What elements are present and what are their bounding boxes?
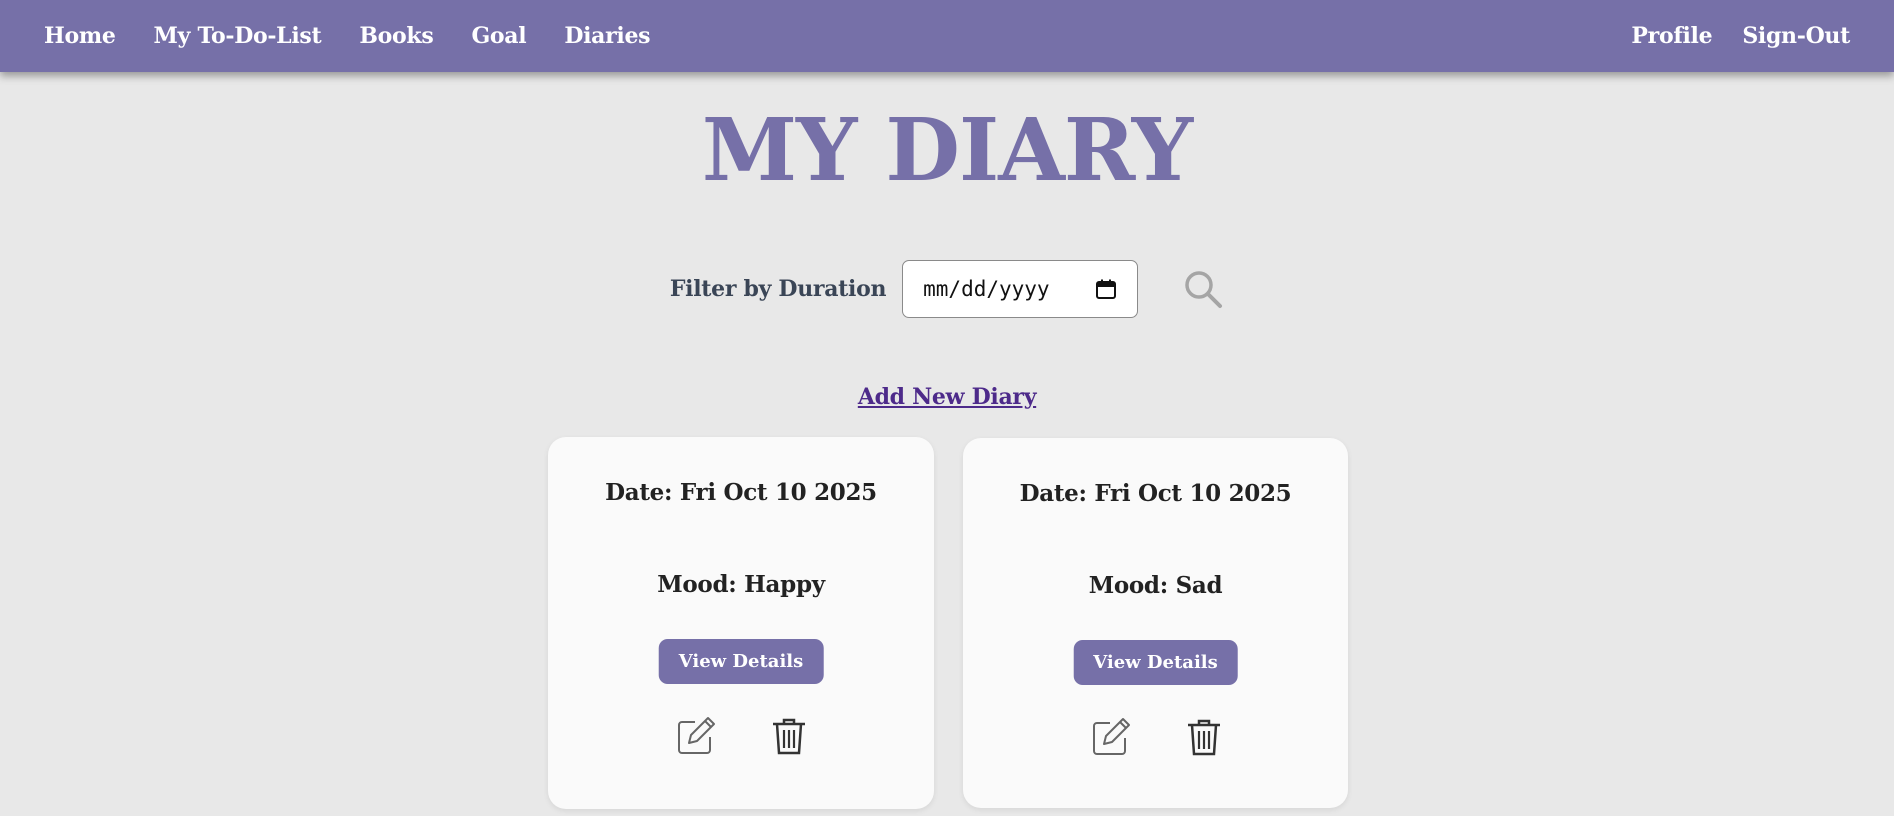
view-details-button[interactable]: View Details (1073, 640, 1238, 685)
add-new-diary-link[interactable]: Add New Diary (858, 384, 1037, 410)
trash-icon[interactable] (1186, 717, 1222, 757)
diary-card: Date: Fri Oct 10 2025 Mood: Happy View D… (548, 437, 934, 809)
nav-right-group: Profile Sign-Out (1601, 23, 1850, 49)
date-filter-input[interactable]: mm/dd/yyyy (902, 259, 1139, 318)
nav-diaries-link[interactable]: Diaries (564, 23, 650, 49)
date-placeholder: mm/dd/yyyy (923, 276, 1050, 301)
card-actions (963, 716, 1348, 758)
page-title: MY DIARY (701, 100, 1193, 201)
nav-todo-link[interactable]: My To-Do-List (154, 23, 322, 49)
nav-goal-link[interactable]: Goal (471, 23, 526, 49)
nav-left-group: Home My To-Do-List Books Goal Diaries (44, 23, 688, 49)
search-icon[interactable] (1182, 268, 1224, 310)
card-actions (548, 715, 934, 757)
nav-signout-link[interactable]: Sign-Out (1742, 23, 1850, 49)
view-details-button[interactable]: View Details (658, 639, 824, 684)
diary-mood: Mood: Happy (657, 571, 825, 598)
add-diary-container: Add New Diary (0, 384, 1894, 410)
top-navbar: Home My To-Do-List Books Goal Diaries Pr… (0, 0, 1894, 72)
edit-icon[interactable] (675, 715, 717, 757)
diary-mood: Mood: Sad (1088, 572, 1223, 599)
edit-icon[interactable] (1090, 716, 1132, 758)
trash-icon[interactable] (771, 716, 807, 756)
filter-bar: Filter by Duration mm/dd/yyyy (0, 259, 1894, 318)
nav-home-link[interactable]: Home (44, 23, 116, 49)
filter-label: Filter by Duration (669, 275, 887, 302)
diary-date: Date: Fri Oct 10 2025 (605, 479, 877, 506)
calendar-icon[interactable] (1095, 278, 1117, 300)
nav-profile-link[interactable]: Profile (1631, 23, 1712, 49)
diary-date: Date: Fri Oct 10 2025 (1019, 480, 1292, 507)
diary-card: Date: Fri Oct 10 2025 Mood: Sad View Det… (963, 438, 1348, 808)
nav-books-link[interactable]: Books (359, 23, 433, 49)
